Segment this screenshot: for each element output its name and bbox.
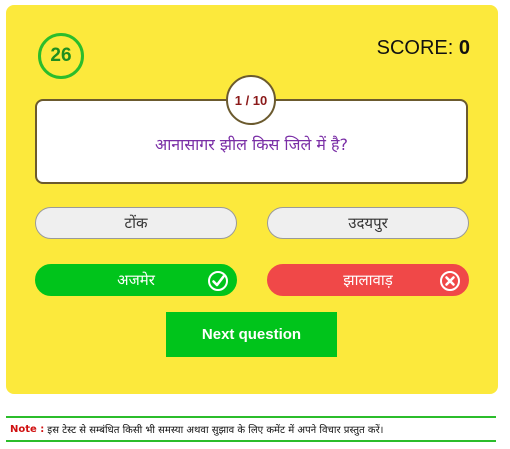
note-label: Note :: [10, 423, 45, 435]
score-value: 0: [458, 37, 470, 59]
timer-value: 26: [50, 45, 72, 66]
question-counter-text: 1 / 10: [234, 92, 268, 108]
check-icon: [208, 271, 228, 291]
option-button-2[interactable]: उदयपुर: [267, 207, 469, 239]
option-button-3[interactable]: अजमेर: [35, 264, 237, 296]
question-text: आनासागर झील किस जिले में है?: [154, 135, 349, 154]
next-question-button[interactable]: Next question: [166, 312, 337, 357]
option-label-1: टोंक: [124, 214, 148, 232]
timer-badge: 26: [38, 33, 84, 79]
option-label-2: उदयपुर: [348, 214, 388, 232]
cross-icon: [440, 271, 460, 291]
option-button-4[interactable]: झालावाड़: [267, 264, 469, 296]
score-display: SCORE: 0: [377, 37, 470, 60]
question-counter: 1 / 10: [226, 75, 276, 125]
note-text: इस टेस्ट से सम्बंधित किसी भी समस्या अथवा…: [47, 425, 384, 436]
option-label-4: झालावाड़: [343, 271, 393, 289]
option-button-1[interactable]: टोंक: [35, 207, 237, 239]
option-label-3: अजमेर: [117, 271, 155, 289]
note-bar: Note : इस टेस्ट से सम्बंधित किसी भी समस्…: [6, 416, 496, 442]
score-label: SCORE:: [376, 37, 459, 59]
